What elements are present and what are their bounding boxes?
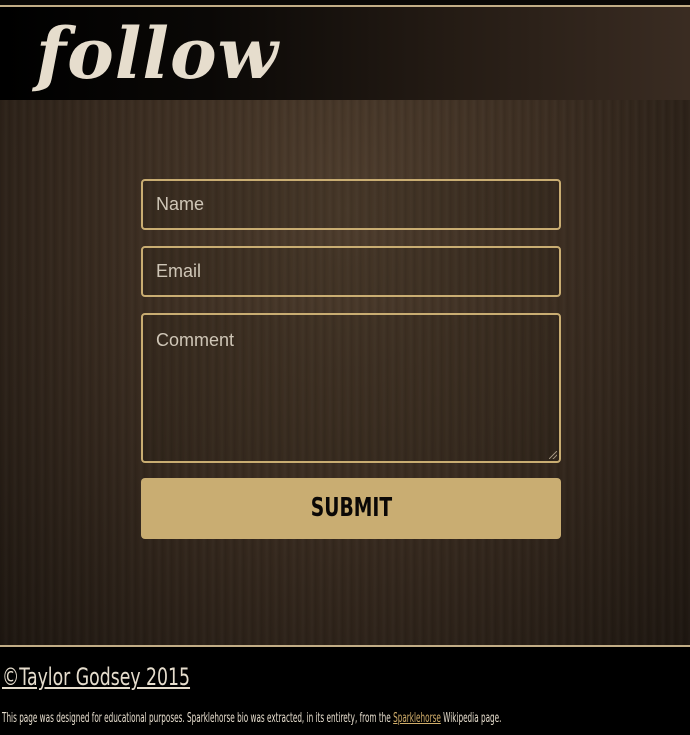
- copyright-text: ©Taylor Godsey 2015: [2, 663, 191, 691]
- sparklehorse-link[interactable]: Sparklehorse: [393, 711, 441, 726]
- page-header: follow: [0, 5, 690, 105]
- name-placeholder: Name: [156, 194, 205, 214]
- page-title: follow: [36, 12, 279, 95]
- submit-label: SUBMIT: [310, 493, 392, 523]
- footer-note-prefix: This page was designed for educational p…: [2, 711, 394, 726]
- main-content: Name Email Comment SUBMIT: [0, 100, 690, 645]
- comment-field[interactable]: Comment: [141, 313, 561, 463]
- footer-note-suffix: Wikipedia page.: [440, 711, 502, 726]
- submit-button[interactable]: SUBMIT: [141, 478, 561, 539]
- comment-placeholder: Comment: [156, 330, 235, 350]
- email-placeholder: Email: [156, 261, 202, 281]
- page-footer: ©Taylor Godsey 2015 This page was design…: [0, 645, 690, 735]
- email-field[interactable]: Email: [141, 246, 561, 297]
- resize-grip-icon[interactable]: [549, 451, 557, 459]
- footer-note: This page was designed for educational p…: [2, 711, 501, 726]
- name-field[interactable]: Name: [141, 179, 561, 230]
